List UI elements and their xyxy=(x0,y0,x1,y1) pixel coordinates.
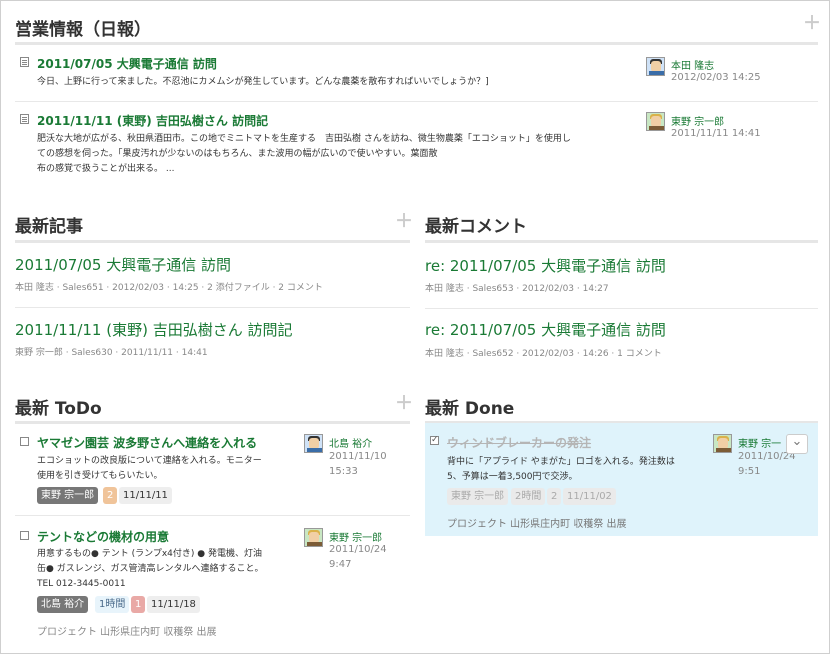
count-tag: 2 xyxy=(103,487,118,504)
comment-item-meta: 本田 隆志 · Sales652 · 2012/02/03 · 14:26 · … xyxy=(425,349,662,359)
document-icon xyxy=(20,114,29,124)
avatar xyxy=(304,528,323,547)
due-date-tag: 11/11/11 xyxy=(119,487,172,504)
comments-divider xyxy=(425,240,818,243)
hours-tag: 1時間 xyxy=(95,596,130,613)
article-item-title[interactable]: 2011/11/11 (東野) 吉田弘樹さん 訪問記 xyxy=(15,319,292,340)
todo-add-plus-icon[interactable]: ＋ xyxy=(395,395,413,413)
daily-item-body: ての感想を伺った。「果皮汚れが少ないのはもちろん、また波用の幅が広いので使いやす… xyxy=(37,149,438,159)
count-tag: 2 xyxy=(547,488,562,505)
daily-item-body: 布の感覚で扱うことが出来る。 ... xyxy=(37,164,175,174)
comment-item-title[interactable]: re: 2011/07/05 大興電子通信 訪問 xyxy=(425,255,666,276)
articles-title: 最新記事 xyxy=(15,217,83,237)
assignee-tag[interactable]: 東野 宗一郎 xyxy=(447,488,509,505)
todo-item-body: 用意するもの● テント (ランプx4付き) ● 発電機、灯油 xyxy=(37,549,262,559)
daily-row-divider xyxy=(15,101,818,102)
todo-checkbox[interactable] xyxy=(20,437,29,446)
avatar xyxy=(646,57,665,76)
done-item-time: 9:51 xyxy=(738,466,761,477)
todo-item-body: TEL 012-3445-0011 xyxy=(37,579,126,589)
todo-item-body: 缶● ガスレンジ、ガス管清高レンタルへ連絡すること。 xyxy=(37,564,264,574)
dropdown-chevron-icon[interactable]: ⌄ xyxy=(786,434,808,454)
article-item-meta: 本田 隆志 · Sales651 · 2012/02/03 · 14:25 · … xyxy=(15,283,323,293)
done-item-body: 背中に「アプライド やまがた」ロゴを入れる。発注数は xyxy=(447,457,675,467)
article-item-meta: 東野 宗一郎 · Sales630 · 2011/11/11 · 14:41 xyxy=(15,348,208,358)
todo-title: 最新 ToDo xyxy=(15,399,102,419)
article-row-divider xyxy=(15,307,410,308)
todo-checkbox[interactable] xyxy=(20,531,29,540)
daily-item-body: 今日、上野に行って来ました。不忍池にカメムシが発生しています。どんな農薬を散布す… xyxy=(37,77,489,87)
daily-item-date: 2012/02/03 14:25 xyxy=(671,72,761,83)
assignee-tag[interactable]: 北島 裕介 xyxy=(37,596,89,613)
avatar xyxy=(646,112,665,131)
todo-item-title[interactable]: テントなどの機材の用意 xyxy=(37,528,169,545)
chevron-down-icon: ⌄ xyxy=(791,434,803,449)
daily-item-author[interactable]: 東野 宗一郎 xyxy=(671,113,724,128)
todo-item-date: 2011/10/24 xyxy=(329,544,387,555)
todo-item-time: 9:47 xyxy=(329,559,352,570)
todo-item-date: 2011/11/10 xyxy=(329,451,387,462)
daily-item-body: 肥沃な大地が広がる、秋田県酒田市。この地でミニトマトを生産する 吉田弘樹 さんを… xyxy=(37,134,571,144)
todo-divider xyxy=(15,421,410,424)
daily-item-title[interactable]: 2011/11/11 (東野) 吉田弘樹さん 訪問記 xyxy=(37,112,268,129)
todo-item-author[interactable]: 東野 宗一郎 xyxy=(329,529,382,544)
avatar xyxy=(713,434,732,453)
document-icon xyxy=(20,57,29,67)
todo-item-title[interactable]: ヤマゼン園芸 波多野さんへ連絡を入れる xyxy=(37,434,257,451)
daily-add-plus-icon[interactable]: ＋ xyxy=(803,15,821,33)
daily-item-title[interactable]: 2011/07/05 大興電子通信 訪問 xyxy=(37,55,217,72)
comment-row-divider xyxy=(425,308,818,309)
hours-tag: 2時間 xyxy=(511,488,546,505)
todo-item-body: エコショットの改良版について連絡を入れる。モニター xyxy=(37,456,262,466)
count-tag: 1 xyxy=(131,596,146,613)
articles-add-plus-icon[interactable]: ＋ xyxy=(395,213,413,231)
assignee-tag[interactable]: 東野 宗一郎 xyxy=(37,487,99,504)
done-checkbox-icon[interactable]: ✓ xyxy=(430,436,439,445)
done-item-project[interactable]: プロジェクト 山形県庄内町 収穫祭 出展 xyxy=(447,515,627,530)
due-date-tag: 11/11/02 xyxy=(563,488,616,505)
todo-item-author[interactable]: 北島 裕介 xyxy=(329,435,372,450)
todo-item-project[interactable]: プロジェクト 山形県庄内町 収穫祭 出展 xyxy=(37,623,217,638)
todo-item-body: 使用を引き受けてもらいたい。 xyxy=(37,471,163,481)
due-date-tag: 11/11/18 xyxy=(147,596,200,613)
daily-title-divider xyxy=(15,42,818,45)
comments-title: 最新コメント xyxy=(425,217,527,237)
articles-divider xyxy=(15,240,410,243)
todo-item-time: 15:33 xyxy=(329,466,358,477)
done-item-title[interactable]: ウィンドブレーカーの発注 xyxy=(447,434,591,451)
comment-item-meta: 本田 隆志 · Sales653 · 2012/02/03 · 14:27 xyxy=(425,284,609,294)
comment-item-title[interactable]: re: 2011/07/05 大興電子通信 訪問 xyxy=(425,319,666,340)
todo-row-divider xyxy=(15,515,410,516)
daily-item-date: 2011/11/11 14:41 xyxy=(671,128,761,139)
avatar xyxy=(304,434,323,453)
daily-report-title: 営業情報（日報） xyxy=(15,20,151,40)
daily-item-author[interactable]: 本田 隆志 xyxy=(671,57,714,72)
done-item-author[interactable]: 東野 宗一 xyxy=(738,435,781,450)
done-item-body: 5、予算は一着3,500円で交渉。 xyxy=(447,472,578,482)
article-item-title[interactable]: 2011/07/05 大興電子通信 訪問 xyxy=(15,254,231,275)
done-title: 最新 Done xyxy=(425,399,515,419)
